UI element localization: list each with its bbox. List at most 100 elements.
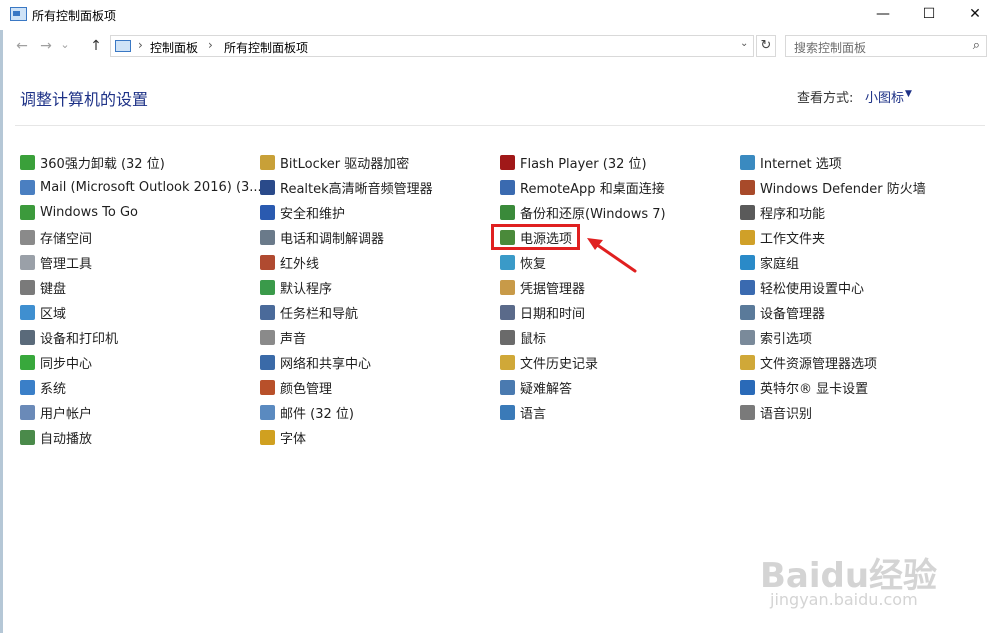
- control-panel-item[interactable]: Windows To Go: [20, 200, 262, 225]
- control-panel-item[interactable]: 索引选项: [740, 325, 926, 350]
- control-panel-item[interactable]: 系统: [20, 375, 262, 400]
- item-label: 文件资源管理器选项: [760, 357, 878, 372]
- item-label: Windows To Go: [40, 205, 139, 220]
- item-label: 索引选项: [760, 332, 813, 347]
- control-panel-item[interactable]: 区域: [20, 300, 262, 325]
- control-panel-item[interactable]: 程序和功能: [740, 200, 926, 225]
- fonts-icon: [260, 430, 275, 445]
- item-label: Mail (Microsoft Outlook 2016) (3...: [40, 180, 262, 195]
- maximize-button[interactable]: ☐: [906, 0, 952, 30]
- minimize-button[interactable]: —: [860, 0, 906, 30]
- control-panel-item[interactable]: 轻松使用设置中心: [740, 275, 926, 300]
- item-label: 存储空间: [40, 232, 93, 247]
- control-panel-item[interactable]: 恢复: [500, 250, 666, 275]
- control-panel-item[interactable]: 颜色管理: [260, 375, 433, 400]
- item-label: 安全和维护: [280, 207, 346, 222]
- control-panel-item[interactable]: 任务栏和导航: [260, 300, 433, 325]
- control-panel-item[interactable]: 键盘: [20, 275, 262, 300]
- date-time-icon: [500, 305, 515, 320]
- control-panel-item[interactable]: 安全和维护: [260, 200, 433, 225]
- remoteapp-icon: [500, 180, 515, 195]
- control-panel-item[interactable]: BitLocker 驱动器加密: [260, 150, 433, 175]
- backup-restore-icon: [500, 205, 515, 220]
- control-panel-item[interactable]: Windows Defender 防火墙: [740, 175, 926, 200]
- troubleshooting-icon: [500, 380, 515, 395]
- item-label: 电话和调制解调器: [280, 232, 385, 247]
- control-panel-item[interactable]: 声音: [260, 325, 433, 350]
- control-panel-item[interactable]: 字体: [260, 425, 433, 450]
- address-dropdown-icon[interactable]: ⌄: [740, 38, 748, 49]
- search-input[interactable]: 搜索控制面板: [794, 39, 866, 56]
- up-button[interactable]: ↑: [86, 38, 106, 54]
- forward-button[interactable]: →: [36, 38, 56, 54]
- security-flag-icon: [260, 205, 275, 220]
- homegroup-icon: [740, 255, 755, 270]
- control-panel-item[interactable]: 备份和还原(Windows 7): [500, 200, 666, 225]
- control-panel-item[interactable]: 存储空间: [20, 225, 262, 250]
- control-panel-item[interactable]: 文件资源管理器选项: [740, 350, 926, 375]
- control-panel-item[interactable]: 日期和时间: [500, 300, 666, 325]
- address-bar[interactable]: › 控制面板 › 所有控制面板项: [110, 35, 754, 57]
- control-panel-item[interactable]: 家庭组: [740, 250, 926, 275]
- control-panel-item[interactable]: 默认程序: [260, 275, 433, 300]
- windows-to-go-icon: [20, 205, 35, 220]
- user-accounts-icon: [20, 405, 35, 420]
- default-programs-icon: [260, 280, 275, 295]
- recovery-icon: [500, 255, 515, 270]
- sync-center-icon: [20, 355, 35, 370]
- chevron-down-icon[interactable]: ▼: [905, 89, 912, 99]
- recent-locations-button[interactable]: ⌄: [58, 38, 72, 51]
- control-panel-item[interactable]: 鼠标: [500, 325, 666, 350]
- control-panel-item[interactable]: 360强力卸载 (32 位): [20, 150, 262, 175]
- control-panel-item[interactable]: 语音识别: [740, 400, 926, 425]
- view-by-dropdown[interactable]: 小图标: [865, 87, 904, 106]
- item-label: Windows Defender 防火墙: [760, 182, 926, 197]
- realtek-audio-icon: [260, 180, 275, 195]
- breadcrumb-all-items[interactable]: 所有控制面板项: [224, 39, 308, 56]
- item-label: 同步中心: [40, 357, 93, 372]
- explorer-options-icon: [740, 355, 755, 370]
- breadcrumb-control-panel[interactable]: 控制面板: [150, 39, 198, 56]
- control-panel-item[interactable]: Mail (Microsoft Outlook 2016) (3...: [20, 175, 262, 200]
- search-box[interactable]: 搜索控制面板 ⌕: [785, 35, 987, 57]
- header-divider: [15, 125, 985, 126]
- control-panel-item[interactable]: 用户帐户: [20, 400, 262, 425]
- control-panel-item[interactable]: 疑难解答: [500, 375, 666, 400]
- close-button[interactable]: ✕: [952, 0, 998, 30]
- control-panel-item[interactable]: 红外线: [260, 250, 433, 275]
- refresh-button[interactable]: ↻: [756, 35, 776, 57]
- region-icon: [20, 305, 35, 320]
- keyboard-icon: [20, 280, 35, 295]
- control-panel-item[interactable]: 网络和共享中心: [260, 350, 433, 375]
- control-panel-item[interactable]: 电话和调制解调器: [260, 225, 433, 250]
- admin-tools-icon: [20, 255, 35, 270]
- control-panel-item[interactable]: 管理工具: [20, 250, 262, 275]
- control-panel-item[interactable]: 凭据管理器: [500, 275, 666, 300]
- item-label: 网络和共享中心: [280, 357, 372, 372]
- items-column-4: Internet 选项 Windows Defender 防火墙程序和功能 工作文件…: [740, 150, 926, 425]
- ease-of-access-icon: [740, 280, 755, 295]
- item-label: 疑难解答: [520, 382, 573, 397]
- control-panel-item[interactable]: 工作文件夹: [740, 225, 926, 250]
- control-panel-item[interactable]: Flash Player (32 位): [500, 150, 666, 175]
- mail32-icon: [260, 405, 275, 420]
- control-panel-item[interactable]: Realtek高清晰音频管理器: [260, 175, 433, 200]
- control-panel-item[interactable]: 语言: [500, 400, 666, 425]
- control-panel-item[interactable]: 邮件 (32 位): [260, 400, 433, 425]
- item-label: 用户帐户: [40, 407, 93, 422]
- color-management-icon: [260, 380, 275, 395]
- control-panel-item[interactable]: RemoteApp 和桌面连接: [500, 175, 666, 200]
- indexing-icon: [740, 330, 755, 345]
- uninstall-icon: [20, 155, 35, 170]
- back-button[interactable]: ←: [12, 38, 32, 54]
- item-label: 键盘: [40, 282, 67, 297]
- control-panel-item[interactable]: Internet 选项: [740, 150, 926, 175]
- control-panel-item[interactable]: 设备和打印机: [20, 325, 262, 350]
- control-panel-item[interactable]: 英特尔® 显卡设置: [740, 375, 926, 400]
- item-label: 语言: [520, 407, 547, 422]
- control-panel-item[interactable]: 设备管理器: [740, 300, 926, 325]
- control-panel-item[interactable]: 同步中心: [20, 350, 262, 375]
- search-icon[interactable]: ⌕: [973, 38, 980, 53]
- control-panel-item[interactable]: 自动播放: [20, 425, 262, 450]
- control-panel-item[interactable]: 文件历史记录: [500, 350, 666, 375]
